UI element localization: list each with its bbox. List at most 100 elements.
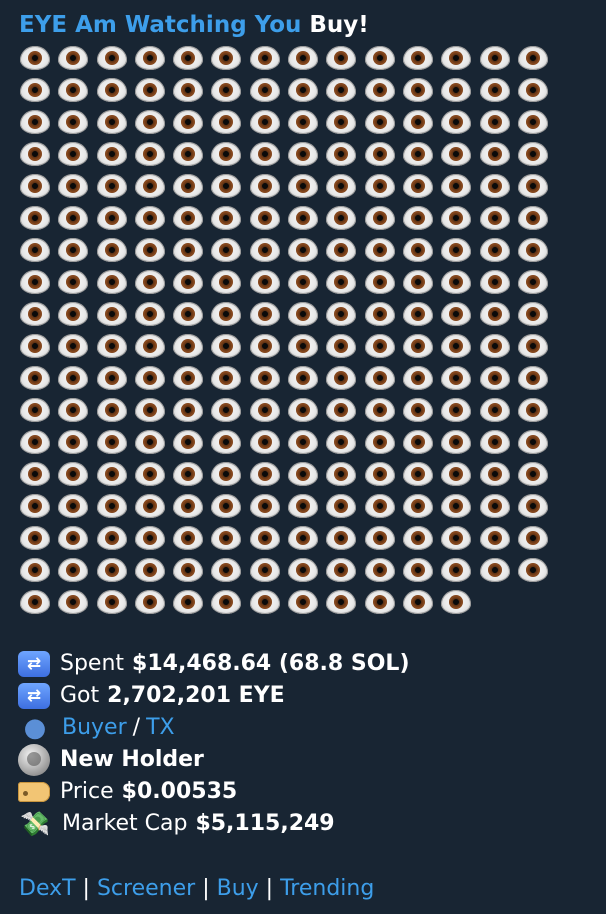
eye-icon	[249, 142, 280, 166]
eye-icon	[134, 558, 165, 582]
eye-icon	[402, 398, 433, 422]
eye-icon	[20, 238, 50, 262]
eye-icon	[479, 302, 510, 326]
eye-icon	[249, 270, 280, 294]
eye-icon	[173, 238, 204, 262]
eye-icon	[58, 302, 89, 326]
money-with-wings-icon: 💸	[20, 810, 50, 838]
eye-icon	[364, 494, 395, 518]
price-label: Price	[60, 779, 114, 804]
eye-icon	[20, 302, 50, 326]
eye-icon	[364, 590, 395, 614]
eye-icon	[249, 206, 280, 230]
eye-icon	[211, 302, 242, 326]
eye-icon	[517, 46, 548, 70]
eye-icon	[20, 110, 50, 134]
eye-icon	[96, 238, 127, 262]
eye-icon	[364, 526, 395, 550]
eye-icon	[517, 558, 548, 582]
eye-icon	[441, 334, 472, 358]
eye-icon	[20, 430, 50, 454]
eye-icon	[211, 590, 242, 614]
eye-icon	[249, 238, 280, 262]
eye-icon	[249, 174, 280, 198]
eye-icon	[326, 174, 357, 198]
eye-icon	[134, 110, 165, 134]
eye-icon	[58, 398, 89, 422]
eye-row	[20, 138, 556, 170]
eye-icon	[517, 398, 548, 422]
spent-value: $14,468.64 (68.8 SOL)	[132, 651, 410, 676]
message-bubble: EYE Am Watching You Buy! ⇄ Spent $14,468…	[0, 0, 606, 914]
eye-icon	[517, 270, 548, 294]
eye-icon	[173, 174, 204, 198]
eye-icon	[20, 526, 50, 550]
eye-icon	[134, 334, 165, 358]
eye-icon	[479, 206, 510, 230]
eye-icon	[288, 366, 319, 390]
eye-icon	[58, 558, 89, 582]
eye-icon	[402, 206, 433, 230]
buy-link[interactable]: Buy	[217, 876, 259, 901]
eye-icon	[517, 462, 548, 486]
trending-link[interactable]: Trending	[280, 876, 374, 901]
eye-icon	[479, 398, 510, 422]
buyer-line: ● Buyer / TX	[18, 712, 410, 744]
eye-icon	[20, 78, 50, 102]
tx-link[interactable]: TX	[146, 712, 175, 744]
eye-icon	[173, 142, 204, 166]
eye-icon	[288, 558, 319, 582]
eye-icon	[134, 270, 165, 294]
eye-icon	[441, 430, 472, 454]
eye-icon	[249, 430, 280, 454]
eye-icon	[173, 526, 204, 550]
eye-row	[20, 106, 556, 138]
eye-icon	[364, 110, 395, 134]
eye-icon	[249, 46, 280, 70]
screener-link[interactable]: Screener	[97, 876, 195, 901]
eye-icon	[173, 430, 204, 454]
eye-icon	[211, 430, 242, 454]
eye-icon	[58, 142, 89, 166]
eye-icon	[211, 334, 242, 358]
eye-icon	[479, 78, 510, 102]
eye-icon	[58, 238, 89, 262]
eye-icon	[288, 526, 319, 550]
eye-icon	[211, 46, 242, 70]
eye-icon	[326, 142, 357, 166]
eye-icon	[288, 302, 319, 326]
eye-icon	[211, 238, 242, 262]
eye-icon	[402, 334, 433, 358]
eye-icon	[441, 206, 472, 230]
buyer-link[interactable]: Buyer	[62, 712, 127, 744]
dext-link[interactable]: DexT	[19, 876, 76, 901]
eye-icon	[96, 462, 127, 486]
eye-icon	[58, 334, 89, 358]
eye-icon	[479, 526, 510, 550]
token-name-link[interactable]: EYE Am Watching You	[19, 12, 301, 38]
eye-icon	[134, 526, 165, 550]
eye-icon	[441, 238, 472, 262]
eye-icon	[402, 238, 433, 262]
eye-icon	[134, 430, 165, 454]
eye-icon	[20, 558, 50, 582]
eye-icon	[96, 174, 127, 198]
eye-icon	[364, 398, 395, 422]
spent-line: ⇄ Spent $14,468.64 (68.8 SOL)	[18, 648, 410, 680]
eye-icon	[288, 398, 319, 422]
eye-icon	[441, 142, 472, 166]
eye-row	[20, 42, 556, 74]
eye-icon	[517, 430, 548, 454]
eye-icon	[479, 334, 510, 358]
eye-icon	[326, 558, 357, 582]
eye-icon	[249, 398, 280, 422]
footer-links: DexT | Screener | Buy | Trending	[19, 873, 374, 905]
eye-icon	[402, 462, 433, 486]
eye-icon	[96, 206, 127, 230]
eye-icon	[479, 238, 510, 262]
eye-icon	[211, 398, 242, 422]
eye-icon	[211, 174, 242, 198]
eye-icon	[441, 494, 472, 518]
eye-icon	[402, 366, 433, 390]
eye-icon	[479, 430, 510, 454]
